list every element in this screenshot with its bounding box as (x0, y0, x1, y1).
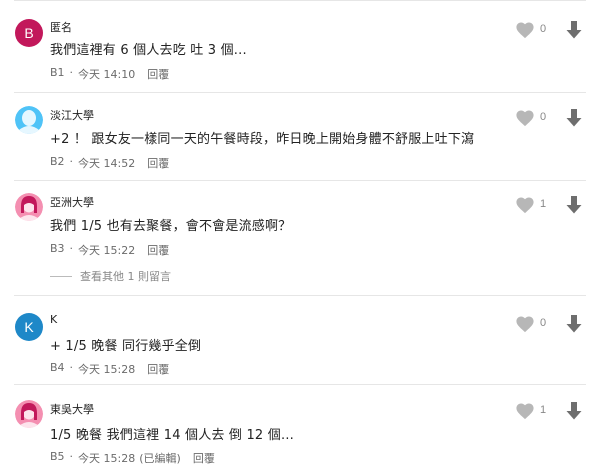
floor-number: B1 (50, 66, 65, 79)
divider (14, 180, 586, 181)
arrow-down-icon[interactable] (566, 402, 582, 420)
comment-meta: B2 · 今天 14:52 回覆 (50, 155, 170, 171)
like-count: 1 (540, 404, 547, 416)
floor-number: B5 (50, 450, 65, 463)
comment-meta: B1 · 今天 14:10 回覆 (50, 66, 170, 82)
author-name[interactable]: K (50, 313, 57, 326)
female-avatar-icon[interactable] (15, 106, 43, 134)
floor-number: B2 (50, 155, 65, 168)
reply-button[interactable]: 回覆 (193, 450, 215, 466)
reply-button[interactable]: 回覆 (147, 155, 169, 171)
reply-button[interactable]: 回覆 (147, 361, 169, 377)
reply-button[interactable]: 回覆 (147, 66, 169, 82)
comment-text: 我們 1/5 也有去聚餐，會不會是流感啊？ (50, 219, 292, 234)
comment-text: +2 ！ 跟女友一樣同一天的午餐時段，昨日晚上開始身體不舒服上吐下瀉 (50, 132, 475, 147)
arrow-down-icon[interactable] (566, 21, 582, 39)
timestamp: 今天 15:28 (78, 363, 136, 376)
heart-icon[interactable] (515, 21, 535, 39)
like-count: 1 (540, 198, 547, 210)
avatar[interactable]: B (15, 19, 43, 47)
timestamp: 今天 15:28 (78, 452, 136, 465)
author-name[interactable]: 亞洲大學 (50, 194, 94, 210)
like-count: 0 (540, 23, 547, 35)
timestamp: 今天 15:22 (78, 244, 136, 257)
comment-text: 1/5 晚餐 我們這裡 14 個人去 倒 12 個… (50, 428, 295, 443)
heart-icon[interactable] (515, 196, 535, 214)
heart-icon[interactable] (515, 402, 535, 420)
avatar[interactable]: K (15, 313, 43, 341)
author-name[interactable]: 東吳大學 (50, 401, 94, 417)
view-more-label: 查看其他 1 則留言 (80, 270, 171, 283)
like-count: 0 (540, 111, 547, 123)
comment-meta: B3 · 今天 15:22 回覆 (50, 242, 170, 258)
divider (14, 92, 586, 93)
divider (14, 384, 586, 385)
view-more-replies[interactable]: 查看其他 1 則留言 (50, 268, 171, 284)
arrow-down-icon[interactable] (566, 196, 582, 214)
female-avatar-icon[interactable] (15, 400, 43, 428)
heart-icon[interactable] (515, 315, 535, 333)
heart-icon[interactable] (515, 109, 535, 127)
timestamp: 今天 14:10 (78, 68, 136, 81)
female-avatar-icon[interactable] (15, 193, 43, 221)
divider (14, 295, 586, 296)
divider (14, 0, 586, 1)
edited-label: (已編輯) (139, 452, 181, 465)
like-count: 0 (540, 317, 547, 329)
reply-button[interactable]: 回覆 (147, 242, 169, 258)
view-more-line (50, 275, 72, 277)
floor-number: B3 (50, 242, 65, 255)
arrow-down-icon[interactable] (566, 109, 582, 127)
author-name[interactable]: 淡江大學 (50, 107, 94, 123)
comment-text: 我們這裡有 6 個人去吃 吐 3 個... (50, 43, 247, 58)
comment-text: + 1/5 晚餐 同行幾乎全倒 (50, 339, 202, 354)
arrow-down-icon[interactable] (566, 315, 582, 333)
comment-meta: B4 · 今天 15:28 回覆 (50, 361, 170, 377)
comment-meta: B5 · 今天 15:28 (已編輯) 回覆 (50, 450, 215, 466)
timestamp: 今天 14:52 (78, 157, 136, 170)
floor-number: B4 (50, 361, 65, 374)
author-name[interactable]: 匿名 (50, 19, 72, 35)
